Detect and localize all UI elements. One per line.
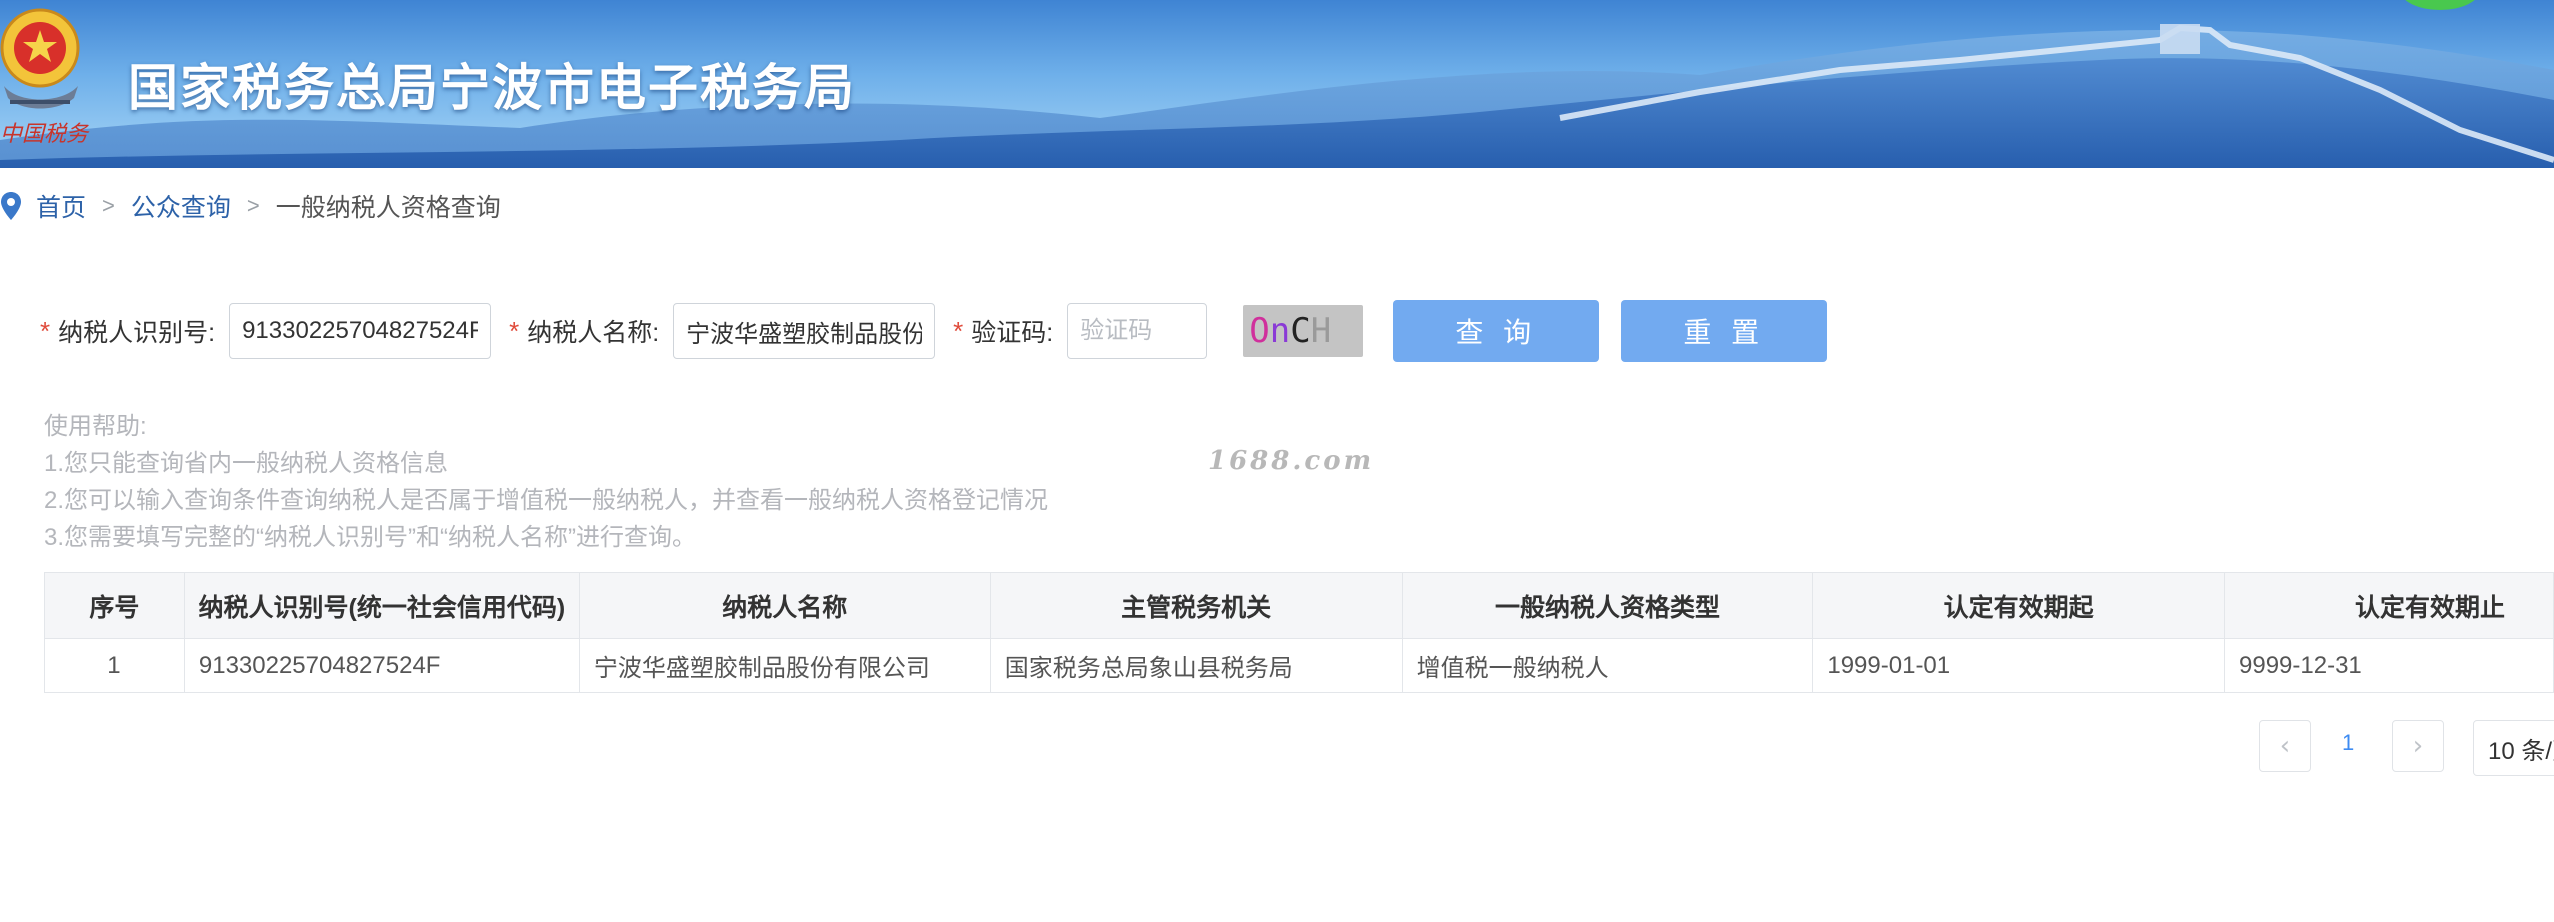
cell-seq: 1 xyxy=(44,638,185,693)
site-title: 国家税务总局宁波市电子税务局 xyxy=(128,59,856,117)
taxpayer-id-label: 纳税人识别号: xyxy=(58,319,216,347)
column-header-tax-authority: 主管税务机关 xyxy=(989,572,1403,639)
chevron-left-icon: ‹ xyxy=(2279,731,2291,761)
table-row: 1 91330225704827524F 宁波华盛塑胶制品股份有限公司 国家税务… xyxy=(44,638,2554,693)
breadcrumb-separator: > xyxy=(246,193,260,218)
taxpayer-name-label: 纳税人名称: xyxy=(527,319,660,347)
cell-tax-authority: 国家税务总局象山县税务局 xyxy=(989,638,1403,693)
captcha-char: O xyxy=(1249,311,1270,351)
breadcrumb-home-link[interactable]: 首页 xyxy=(36,188,86,224)
table-header-row: 序号 纳税人识别号(统一社会信用代码) 纳税人名称 主管税务机关 一般纳税人资格… xyxy=(44,572,2554,639)
usage-help: 使用帮助: 1.您只能查询省内一般纳税人资格信息 2.您可以输入查询条件查询纳税… xyxy=(44,408,1048,556)
cell-taxpayer-name: 宁波华盛塑胶制品股份有限公司 xyxy=(578,638,991,693)
required-marker: * xyxy=(40,315,51,346)
query-button[interactable]: 查 询 xyxy=(1393,300,1600,362)
help-title: 使用帮助: xyxy=(44,413,147,440)
captcha-char: C xyxy=(1290,311,1311,351)
help-line: 2.您可以输入查询条件查询纳税人是否属于增值税一般纳税人，并查看一般纳税人资格登… xyxy=(44,487,1049,514)
column-header-seq: 序号 xyxy=(44,572,185,639)
column-header-taxpayer-id: 纳税人识别号(统一社会信用代码) xyxy=(183,572,580,639)
help-line: 3.您需要填写完整的“纳税人识别号”和“纳税人名称”进行查询。 xyxy=(44,524,696,551)
emblem-caption: 中国税务 xyxy=(0,122,89,147)
required-marker: * xyxy=(953,315,964,346)
help-line: 1.您只能查询省内一般纳税人资格信息 xyxy=(44,450,449,477)
cell-valid-to: 9999-12-31 xyxy=(2224,638,2554,693)
column-header-valid-to: 认定有效期止 xyxy=(2224,572,2554,639)
captcha-label: 验证码: xyxy=(971,319,1054,347)
breadcrumb: 首页 > 公众查询 > 一般纳税人资格查询 xyxy=(0,188,501,224)
watermark-text: 1688.com xyxy=(1208,446,1375,476)
next-page-button[interactable]: › xyxy=(2392,720,2444,772)
taxpayer-id-input[interactable] xyxy=(229,303,492,359)
header-banner: 中国税务 国家税务总局宁波市电子税务局 xyxy=(0,0,2554,168)
breadcrumb-current-page: 一般纳税人资格查询 xyxy=(275,194,501,222)
prev-page-button[interactable]: ‹ xyxy=(2259,720,2311,772)
cell-taxpayer-id: 91330225704827524F xyxy=(183,638,580,693)
location-pin-icon xyxy=(1,192,21,220)
cell-valid-from: 1999-01-01 xyxy=(1812,638,2226,693)
column-header-qualification-type: 一般纳税人资格类型 xyxy=(1401,572,1814,639)
results-table: 序号 纳税人识别号(统一社会信用代码) 纳税人名称 主管税务机关 一般纳税人资格… xyxy=(44,572,2554,693)
chevron-right-icon: › xyxy=(2412,731,2424,761)
page-number-current[interactable]: 1 xyxy=(2342,730,2354,756)
page-size-select[interactable]: 10 条/页 xyxy=(2473,720,2554,776)
captcha-char: H xyxy=(1310,311,1332,351)
captcha-image[interactable]: O n C H xyxy=(1243,305,1364,357)
captcha-char: n xyxy=(1269,311,1291,351)
column-header-valid-from: 认定有效期起 xyxy=(1812,572,2226,639)
search-form: * 纳税人识别号: * 纳税人名称: * 验证码: O n C H 查 询 重 … xyxy=(40,300,1828,362)
column-header-taxpayer-name: 纳税人名称 xyxy=(578,572,991,639)
reset-button[interactable]: 重 置 xyxy=(1621,300,1828,362)
taxpayer-name-input[interactable] xyxy=(673,303,936,359)
breadcrumb-public-query-link[interactable]: 公众查询 xyxy=(131,188,231,224)
cell-qualification-type: 增值税一般纳税人 xyxy=(1401,638,1814,693)
captcha-input[interactable] xyxy=(1067,303,1208,359)
required-marker: * xyxy=(509,315,520,346)
breadcrumb-separator: > xyxy=(102,193,115,218)
